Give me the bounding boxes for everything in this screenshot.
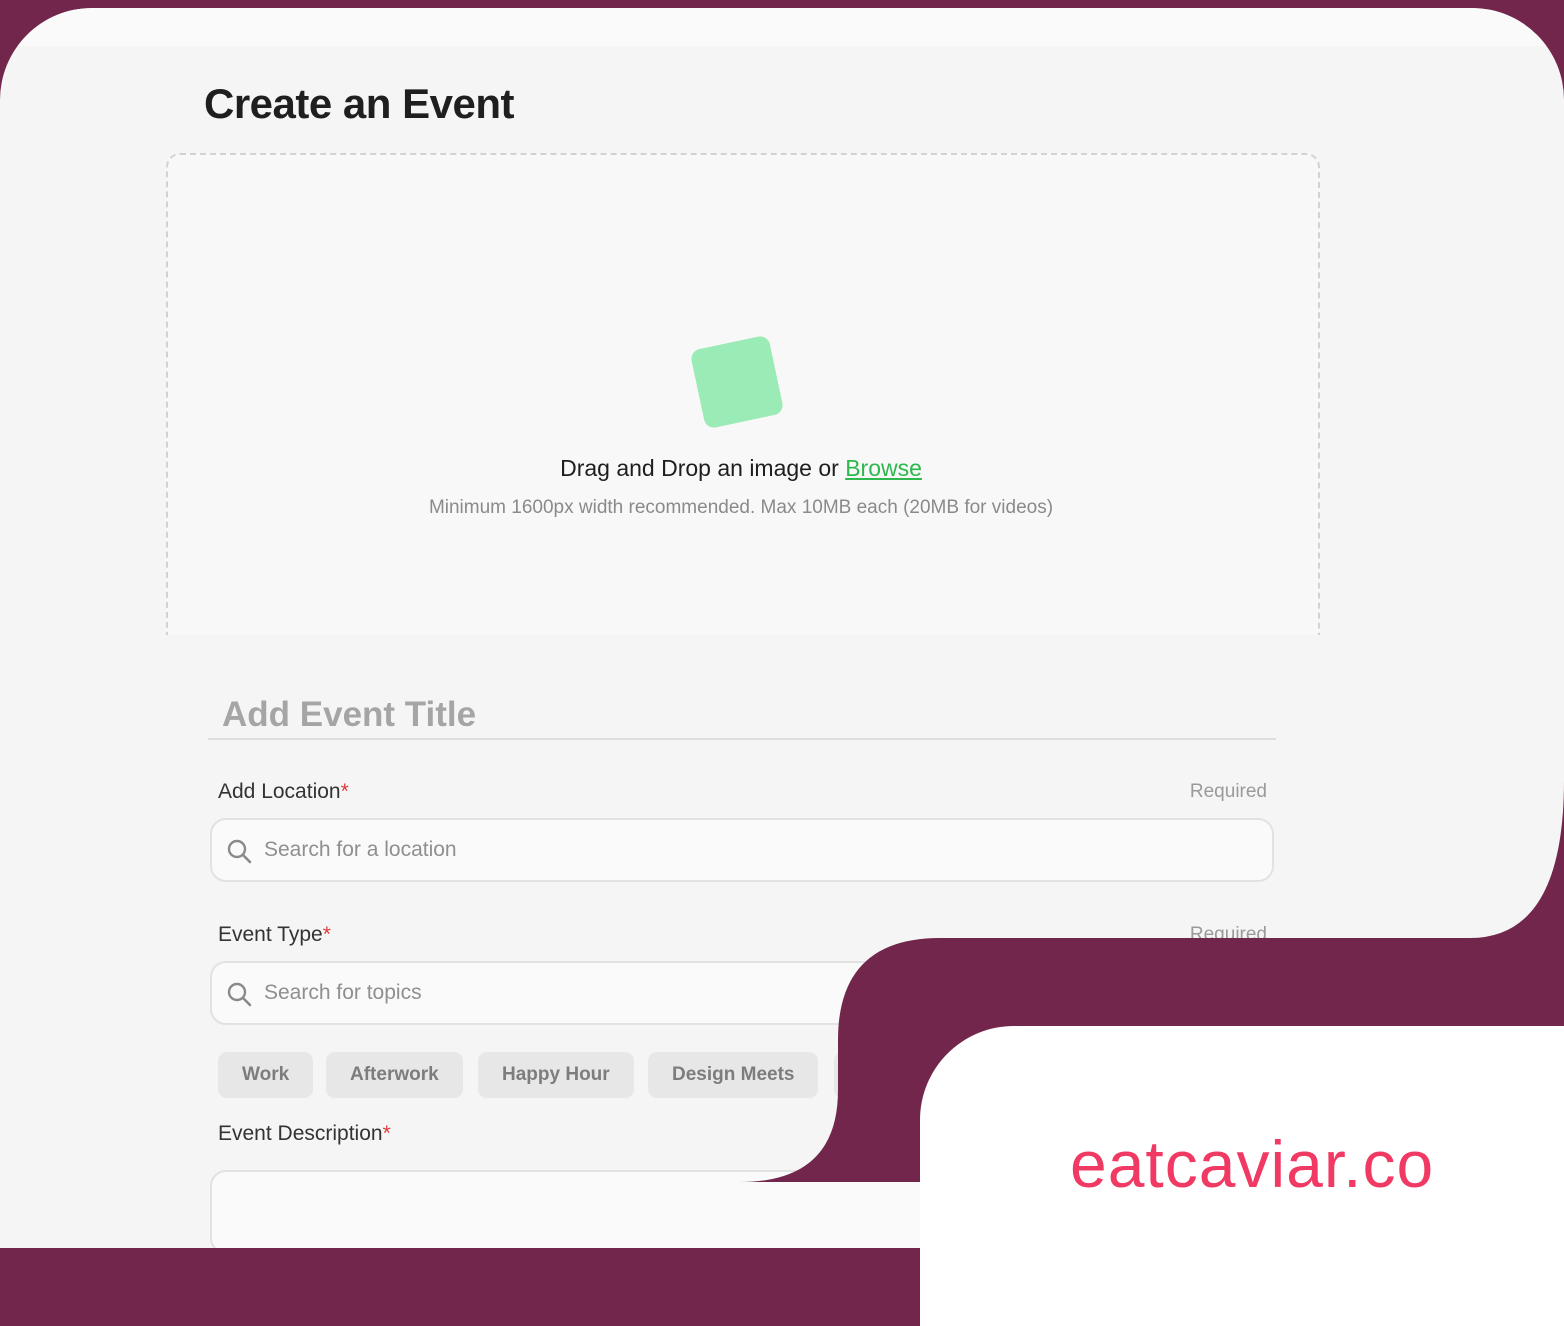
decorative-swoop — [740, 780, 1564, 1182]
brand-panel: eatcaviar.co — [920, 1026, 1564, 1326]
brand-wordmark: eatcaviar.co — [1070, 1127, 1435, 1201]
